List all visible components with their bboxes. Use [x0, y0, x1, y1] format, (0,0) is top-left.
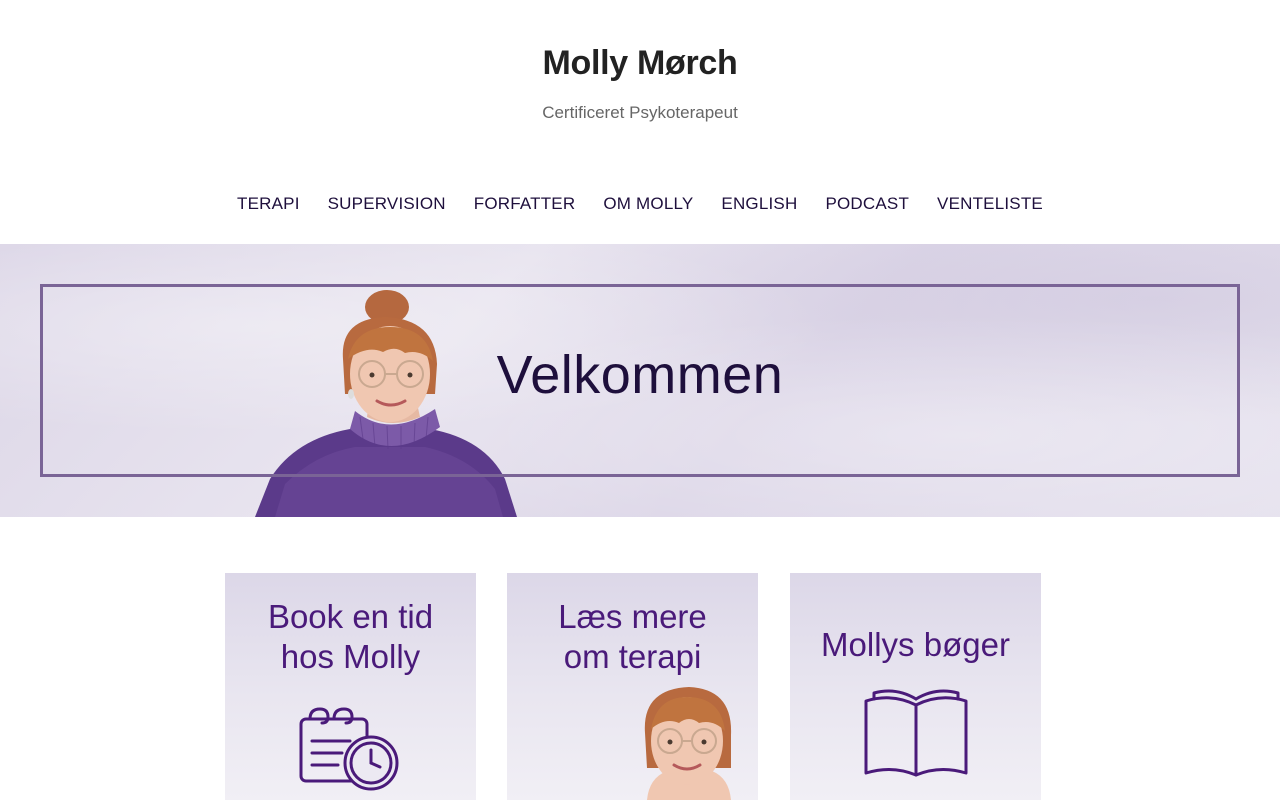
- site-header: Molly Mørch Certificeret Psykoterapeut: [0, 0, 1280, 160]
- nav-item-terapi[interactable]: TERAPI: [237, 186, 300, 226]
- card-book-appointment-text: Book en tid hos Molly: [225, 597, 476, 677]
- nav-item-english[interactable]: ENGLISH: [721, 186, 797, 226]
- main-nav: TERAPI SUPERVISION FORFATTER OM MOLLY EN…: [0, 186, 1280, 226]
- nav-item-om-molly[interactable]: OM MOLLY: [603, 186, 693, 226]
- nav-item-podcast[interactable]: PODCAST: [825, 186, 909, 226]
- card-read-about-therapy-line1: Læs mere: [558, 598, 707, 635]
- hero-banner: Velkommen: [0, 244, 1280, 517]
- site-tagline: Certificeret Psykoterapeut: [542, 103, 738, 122]
- card-book-appointment[interactable]: Book en tid hos Molly: [225, 573, 476, 800]
- nav-item-supervision[interactable]: SUPERVISION: [328, 186, 446, 226]
- nav-item-venteliste[interactable]: VENTELISTE: [937, 186, 1043, 226]
- site-title[interactable]: Molly Mørch: [0, 44, 1280, 83]
- card-read-about-therapy-text: Læs mere om terapi: [507, 597, 758, 677]
- card-book-appointment-line1: Book en tid: [267, 598, 434, 635]
- card-book-appointment-line2: hos Molly: [280, 638, 421, 675]
- open-book-icon: [864, 689, 968, 777]
- card-mollys-books-title: Mollys bøger: [821, 626, 1010, 663]
- card-read-about-therapy[interactable]: Læs mere om terapi: [507, 573, 758, 800]
- nav-item-forfatter[interactable]: FORFATTER: [474, 186, 576, 226]
- feature-cards: Book en tid hos Molly Læs mere om terapi: [0, 573, 1280, 800]
- card-mollys-books[interactable]: Mollys bøger: [790, 573, 1041, 800]
- calendar-clock-icon: [299, 707, 399, 791]
- card-read-about-therapy-line2: om terapi: [563, 638, 702, 675]
- hero-title: Velkommen: [496, 345, 784, 405]
- portrait-image: [644, 687, 732, 800]
- card-mollys-books-text: Mollys bøger: [790, 625, 1041, 665]
